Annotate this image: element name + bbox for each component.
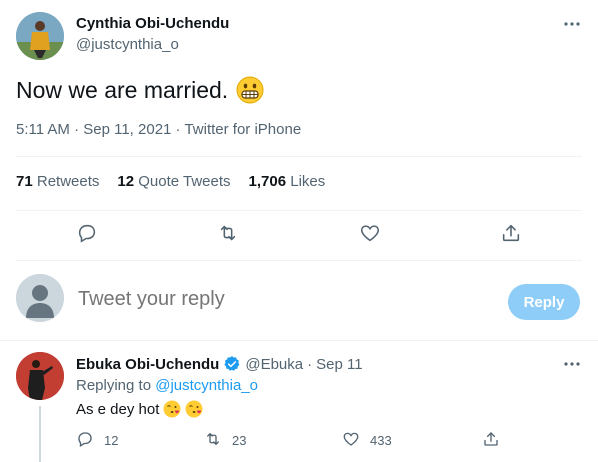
quote-tweets-stat[interactable]: 12 Quote Tweets: [117, 173, 230, 190]
reply-count: 12: [104, 433, 119, 448]
quote-tweets-label: Quote Tweets: [138, 173, 231, 190]
author-handle[interactable]: @justcynthia_o: [76, 36, 179, 53]
reply-icon[interactable]: [76, 430, 94, 451]
reply-retweet-action[interactable]: 23: [204, 430, 246, 451]
reply-author-name[interactable]: Ebuka Obi-Uchendu: [76, 356, 219, 373]
tweet-stats: 71 Retweets 12 Quote Tweets 1,706 Likes: [16, 173, 325, 190]
reply-author-handle[interactable]: @Ebuka: [245, 356, 303, 373]
divider: [16, 210, 582, 211]
tweet-text: Now we are married.: [16, 76, 264, 104]
like-count: 433: [370, 433, 392, 448]
likes-label: Likes: [290, 173, 326, 190]
likes-count: 1,706: [248, 173, 287, 190]
reply-input[interactable]: [78, 288, 478, 311]
retweets-stat[interactable]: 71 Retweets: [16, 173, 99, 190]
reply-text-content: As e dey hot: [76, 400, 160, 418]
author-name[interactable]: Cynthia Obi-Uchendu: [76, 15, 229, 32]
reply-date[interactable]: Sep 11: [316, 356, 362, 373]
reply-composer: Reply: [0, 270, 598, 332]
reply-tweet[interactable]: Ebuka Obi-Uchendu @Ebuka · Sep 11 Replyi…: [0, 340, 598, 462]
retweet-count: 23: [232, 433, 247, 448]
grimacing-face-icon: [236, 76, 264, 104]
retweet-icon[interactable]: [204, 430, 222, 451]
divider: [16, 260, 582, 261]
share-icon[interactable]: [482, 430, 500, 451]
reply-icon[interactable]: [76, 222, 98, 244]
reply-header: Ebuka Obi-Uchendu @Ebuka · Sep 11: [76, 355, 363, 373]
quote-tweets-count: 12: [117, 173, 135, 190]
tweet-timestamp[interactable]: 5:11 AM · Sep 11, 2021 · Twitter for iPh…: [16, 121, 301, 138]
face-blowing-kiss-icon: [163, 400, 181, 418]
divider: [16, 156, 582, 157]
reply-actions: 12 23 433: [76, 430, 584, 452]
more-options-icon[interactable]: [562, 356, 582, 372]
replying-to-mention[interactable]: @justcynthia_o: [155, 377, 258, 394]
reply-author-avatar[interactable]: [16, 352, 64, 400]
reply-button[interactable]: Reply: [508, 284, 580, 320]
retweet-icon[interactable]: [217, 222, 239, 244]
thread-line: [39, 406, 41, 462]
verified-badge-icon: [223, 355, 241, 373]
tweet-text-content: Now we are married.: [16, 77, 229, 103]
more-options-icon[interactable]: [562, 16, 582, 32]
tweet-actions: [16, 222, 582, 246]
retweets-label: Retweets: [36, 173, 100, 190]
reply-reply-action[interactable]: 12: [76, 430, 118, 451]
reply-text: As e dey hot: [76, 400, 203, 418]
face-blowing-kiss-icon: [185, 400, 203, 418]
retweets-count: 71: [16, 173, 33, 190]
like-icon[interactable]: [342, 430, 360, 451]
replying-to: Replying to @justcynthia_o: [76, 377, 258, 394]
author-avatar[interactable]: [16, 12, 64, 60]
likes-stat[interactable]: 1,706 Likes: [249, 173, 326, 190]
separator: ·: [307, 355, 313, 373]
replying-to-prefix: Replying to: [76, 377, 152, 394]
like-icon[interactable]: [359, 222, 381, 244]
reply-like-action[interactable]: 433: [342, 430, 392, 451]
default-avatar-icon: [16, 274, 64, 322]
share-icon[interactable]: [500, 222, 522, 244]
reply-share-action[interactable]: [482, 430, 500, 451]
